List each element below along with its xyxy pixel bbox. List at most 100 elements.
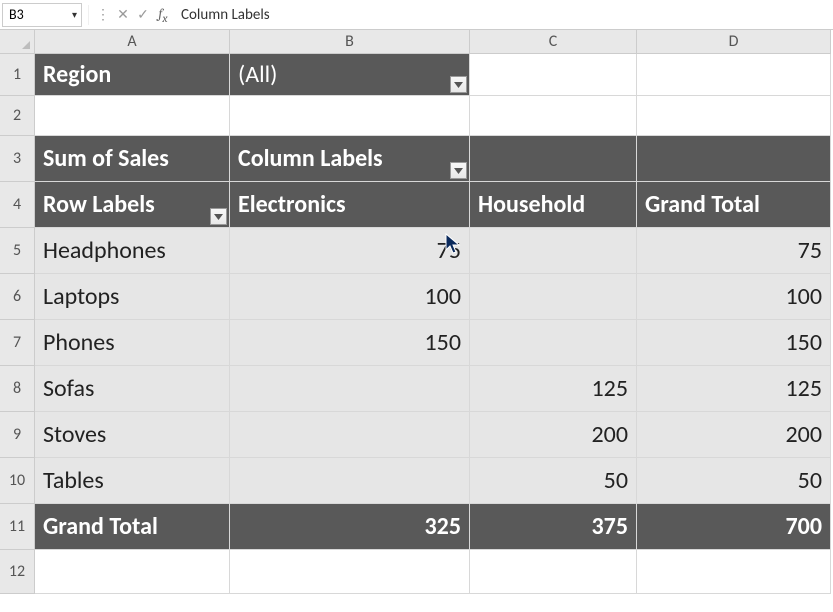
cell-D8[interactable]: 125 xyxy=(637,366,831,412)
row-label: Stoves xyxy=(43,420,106,449)
cell-B5[interactable]: 75 xyxy=(230,228,470,274)
cell-A2[interactable] xyxy=(35,96,230,136)
col-header-B[interactable]: B xyxy=(230,30,470,54)
row-9: 9 Stoves 200 200 xyxy=(0,412,833,458)
cell-B7[interactable]: 150 xyxy=(230,320,470,366)
row-label: Tables xyxy=(43,466,104,495)
chevron-down-icon xyxy=(214,214,223,220)
filter-dropdown-button[interactable] xyxy=(450,76,467,93)
cell-D6[interactable]: 100 xyxy=(637,274,831,320)
cell-value: 200 xyxy=(786,420,823,449)
cell-B6[interactable]: 100 xyxy=(230,274,470,320)
chevron-down-icon[interactable]: ▾ xyxy=(72,8,77,21)
cell-D3[interactable] xyxy=(637,136,831,182)
row-7: 7 Phones 150 150 xyxy=(0,320,833,366)
confirm-check-icon[interactable]: ✓ xyxy=(133,5,153,25)
col-header-D[interactable]: D xyxy=(637,30,831,54)
row-header-10[interactable]: 10 xyxy=(0,458,35,504)
fx-icon[interactable]: fx xyxy=(153,5,173,25)
cancel-x-icon[interactable]: ✕ xyxy=(113,5,133,25)
chevron-down-icon xyxy=(454,82,463,88)
cell-C7[interactable] xyxy=(470,320,637,366)
cell-B9[interactable] xyxy=(230,412,470,458)
row-label: Phones xyxy=(43,328,115,357)
cell-D5[interactable]: 75 xyxy=(637,228,831,274)
cell-C1[interactable] xyxy=(470,54,637,96)
cell-A1[interactable]: Region xyxy=(35,54,230,96)
cell-D4[interactable]: Grand Total xyxy=(637,182,831,228)
cell-B4[interactable]: Electronics xyxy=(230,182,470,228)
column-labels-dropdown-button[interactable] xyxy=(450,162,467,179)
cell-A6[interactable]: Laptops xyxy=(35,274,230,320)
row-5: 5 Headphones 75 75 xyxy=(0,228,833,274)
cell-D1[interactable] xyxy=(637,54,831,96)
cell-A12[interactable] xyxy=(35,550,230,594)
cell-C5[interactable] xyxy=(470,228,637,274)
cell-A9[interactable]: Stoves xyxy=(35,412,230,458)
cell-B8[interactable] xyxy=(230,366,470,412)
row-12: 12 xyxy=(0,550,833,594)
cell-D9[interactable]: 200 xyxy=(637,412,831,458)
row-header-5[interactable]: 5 xyxy=(0,228,35,274)
row-header-2[interactable]: 2 xyxy=(0,96,35,136)
cell-C6[interactable] xyxy=(470,274,637,320)
name-box-value: B3 xyxy=(9,6,24,23)
pivot-row-labels: Row Labels xyxy=(43,190,155,219)
select-all-corner[interactable] xyxy=(0,30,35,54)
cell-B12[interactable] xyxy=(230,550,470,594)
row-1: 1 Region (All) xyxy=(0,54,833,96)
cell-C3[interactable] xyxy=(470,136,637,182)
row-header-6[interactable]: 6 xyxy=(0,274,35,320)
pivot-values-label: Sum of Sales xyxy=(43,144,169,173)
cell-A8[interactable]: Sofas xyxy=(35,366,230,412)
formula-bar: B3 ▾ ⋮ ✕ ✓ fx Column Labels xyxy=(0,0,833,30)
cell-value: 50 xyxy=(798,466,822,495)
row-header-9[interactable]: 9 xyxy=(0,412,35,458)
cell-B1[interactable]: (All) xyxy=(230,54,470,96)
cell-value: 150 xyxy=(786,328,823,357)
cell-A3[interactable]: Sum of Sales xyxy=(35,136,230,182)
row-header-1[interactable]: 1 xyxy=(0,54,35,96)
cell-A7[interactable]: Phones xyxy=(35,320,230,366)
column-header-row: A B C D xyxy=(0,30,833,54)
cell-A11[interactable]: Grand Total xyxy=(35,504,230,550)
cell-C10[interactable]: 50 xyxy=(470,458,637,504)
pivot-filter-value: (All) xyxy=(238,60,277,89)
cell-D2[interactable] xyxy=(637,96,831,136)
cell-D12[interactable] xyxy=(637,550,831,594)
row-header-7[interactable]: 7 xyxy=(0,320,35,366)
row-labels-dropdown-button[interactable] xyxy=(210,208,227,225)
menu-dots-icon[interactable]: ⋮ xyxy=(93,5,113,25)
cell-C11[interactable]: 375 xyxy=(470,504,637,550)
row-header-3[interactable]: 3 xyxy=(0,136,35,182)
cell-C9[interactable]: 200 xyxy=(470,412,637,458)
name-box[interactable]: B3 ▾ xyxy=(2,3,82,27)
col-household: Household xyxy=(478,190,585,219)
cell-B2[interactable] xyxy=(230,96,470,136)
cell-B10[interactable] xyxy=(230,458,470,504)
row-header-11[interactable]: 11 xyxy=(0,504,35,550)
cell-C2[interactable] xyxy=(470,96,637,136)
cell-B3[interactable]: Column Labels xyxy=(230,136,470,182)
cell-D11[interactable]: 700 xyxy=(637,504,831,550)
cell-C12[interactable] xyxy=(470,550,637,594)
cell-value: 100 xyxy=(425,282,462,311)
cell-D10[interactable]: 50 xyxy=(637,458,831,504)
row-header-12[interactable]: 12 xyxy=(0,550,35,594)
col-header-C[interactable]: C xyxy=(470,30,637,54)
col-header-A[interactable]: A xyxy=(35,30,230,54)
row-label: Headphones xyxy=(43,236,166,265)
row-header-8[interactable]: 8 xyxy=(0,366,35,412)
cell-D7[interactable]: 150 xyxy=(637,320,831,366)
cell-B11[interactable]: 325 xyxy=(230,504,470,550)
cell-A4[interactable]: Row Labels xyxy=(35,182,230,228)
cell-C8[interactable]: 125 xyxy=(470,366,637,412)
row-header-4[interactable]: 4 xyxy=(0,182,35,228)
cell-A5[interactable]: Headphones xyxy=(35,228,230,274)
cell-C4[interactable]: Household xyxy=(470,182,637,228)
formula-input[interactable]: Column Labels xyxy=(173,3,833,27)
separator xyxy=(88,5,89,25)
grand-total-label: Grand Total xyxy=(43,512,158,541)
cell-A10[interactable]: Tables xyxy=(35,458,230,504)
cell-value: 375 xyxy=(592,512,629,541)
